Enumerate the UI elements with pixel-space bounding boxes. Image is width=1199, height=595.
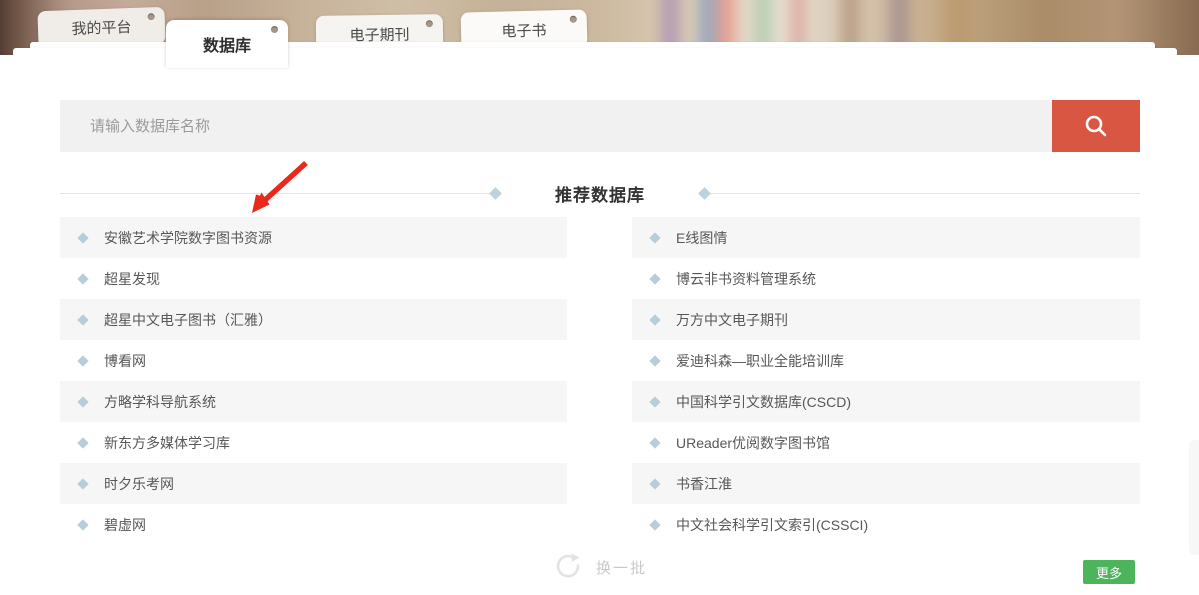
database-item-label: 博云非书资料管理系统 [676, 269, 816, 289]
diamond-bullet-icon [649, 437, 660, 448]
diamond-bullet-icon [649, 273, 660, 284]
diamond-bullet-icon [77, 396, 88, 407]
diamond-bullet-icon [649, 232, 660, 243]
database-item-label: 书香江淮 [676, 474, 732, 494]
diamond-bullet-icon [649, 314, 660, 325]
more-button[interactable]: 更多 [1083, 560, 1135, 584]
tab-database-active[interactable]: 数据库 [166, 20, 288, 68]
database-list-left: 安徽艺术学院数字图书资源 超星发现 超星中文电子图书（汇雅） 博看网 方略学科导… [60, 217, 567, 545]
search-bar [60, 100, 1140, 152]
database-item-label: 超星发现 [104, 269, 160, 289]
diamond-bullet-icon [77, 273, 88, 284]
diamond-bullet-icon [649, 519, 660, 530]
database-item[interactable]: 爱迪科森—职业全能培训库 [632, 340, 1140, 381]
database-item-label: 博看网 [104, 351, 146, 371]
database-item[interactable]: 超星中文电子图书（汇雅） [60, 299, 567, 340]
database-item-label: 新东方多媒体学习库 [104, 433, 230, 453]
database-item[interactable]: 碧虚网 [60, 504, 567, 545]
diamond-bullet-icon [77, 437, 88, 448]
diamond-bullet-icon [649, 396, 660, 407]
database-item-label: 碧虚网 [104, 515, 146, 535]
pin-dot-icon [148, 13, 155, 20]
database-item-label: 中国科学引文数据库(CSCD) [676, 392, 851, 412]
refresh-icon [552, 552, 582, 582]
database-item[interactable]: UReader优阅数字图书馆 [632, 422, 1140, 463]
tab-label: 数据库 [203, 32, 251, 56]
search-input[interactable] [60, 100, 1052, 152]
side-widget [1189, 440, 1199, 555]
divider-line [60, 193, 491, 194]
database-item[interactable]: E线图情 [632, 217, 1140, 258]
diamond-bullet-icon [77, 355, 88, 366]
pin-dot-icon [271, 26, 278, 33]
diamond-icon [698, 187, 711, 200]
pin-dot-icon [426, 20, 433, 27]
diamond-bullet-icon [77, 232, 88, 243]
database-item[interactable]: 万方中文电子期刊 [632, 299, 1140, 340]
database-item[interactable]: 安徽艺术学院数字图书资源 [60, 217, 567, 258]
tab-label: 电子书 [501, 19, 547, 41]
diamond-bullet-icon [77, 478, 88, 489]
database-item-label: 方略学科导航系统 [104, 392, 216, 412]
database-item-label: 万方中文电子期刊 [676, 310, 788, 330]
database-item-label: 超星中文电子图书（汇雅） [104, 310, 272, 330]
diamond-bullet-icon [77, 314, 88, 325]
database-item-label: 安徽艺术学院数字图书资源 [104, 228, 272, 248]
refresh-batch-button[interactable]: 换一批 [0, 551, 1199, 583]
diamond-bullet-icon [77, 519, 88, 530]
database-item-label: 中文社会科学引文索引(CSSCI) [676, 515, 868, 535]
database-list-right: E线图情 博云非书资料管理系统 万方中文电子期刊 爱迪科森—职业全能培训库 中国… [632, 217, 1140, 545]
pin-dot-icon [570, 16, 577, 23]
search-button[interactable] [1052, 100, 1140, 152]
database-item-label: UReader优阅数字图书馆 [676, 433, 830, 453]
tab-label: 我的平台 [71, 16, 132, 39]
refresh-label: 换一批 [596, 557, 647, 578]
database-item[interactable]: 中文社会科学引文索引(CSSCI) [632, 504, 1140, 545]
database-item[interactable]: 博云非书资料管理系统 [632, 258, 1140, 299]
database-item[interactable]: 方略学科导航系统 [60, 381, 567, 422]
divider-line [709, 193, 1140, 194]
database-item-label: E线图情 [676, 228, 727, 248]
database-item[interactable]: 时夕乐考网 [60, 463, 567, 504]
database-item[interactable]: 新东方多媒体学习库 [60, 422, 567, 463]
recommended-section-header: 推荐数据库 [60, 180, 1140, 206]
database-item-label: 时夕乐考网 [104, 474, 174, 494]
database-item[interactable]: 中国科学引文数据库(CSCD) [632, 381, 1140, 422]
database-item[interactable]: 超星发现 [60, 258, 567, 299]
diamond-bullet-icon [649, 355, 660, 366]
database-item-label: 爱迪科森—职业全能培训库 [676, 351, 844, 371]
section-title: 推荐数据库 [555, 181, 645, 206]
database-item[interactable]: 博看网 [60, 340, 567, 381]
database-item[interactable]: 书香江淮 [632, 463, 1140, 504]
diamond-icon [489, 187, 502, 200]
search-icon [1083, 113, 1109, 139]
diamond-bullet-icon [649, 478, 660, 489]
